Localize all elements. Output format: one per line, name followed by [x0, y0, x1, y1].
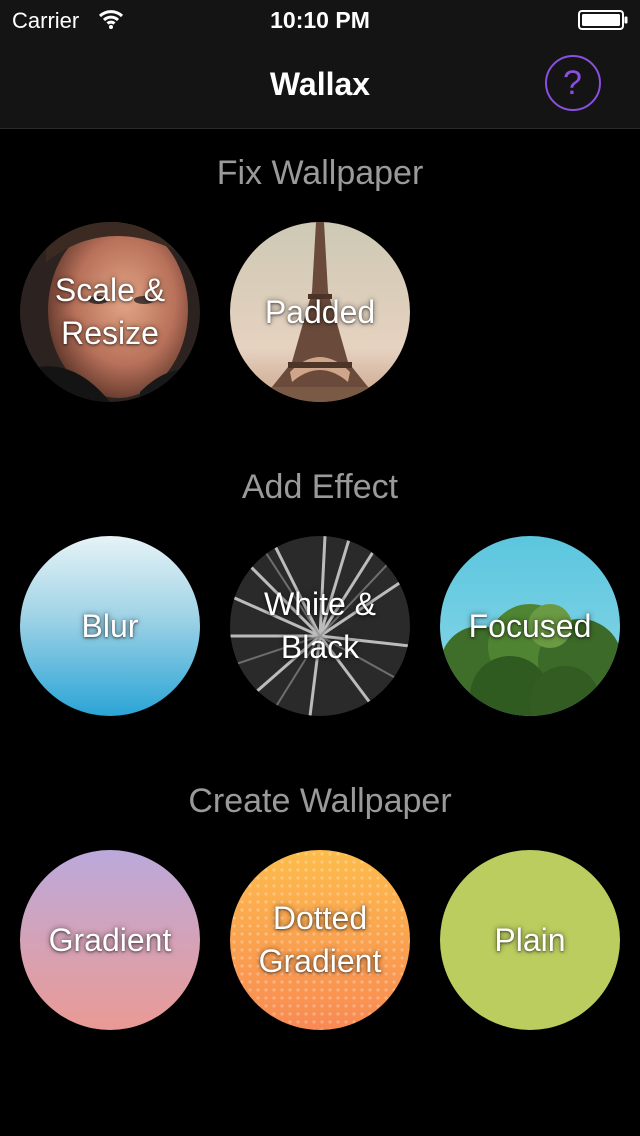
white-black-label: White & Black [263, 586, 377, 665]
section-title-create-wallpaper: Create Wallpaper [188, 782, 452, 820]
gradient-label: Gradient [48, 921, 172, 958]
scale-resize-label: Scale & Resize [54, 272, 166, 351]
blur-button[interactable]: Blur [20, 536, 200, 716]
battery-icon [578, 9, 630, 31]
question-mark-icon: ? [563, 64, 582, 102]
focused-button[interactable]: Focused [440, 536, 620, 716]
section-title-fix-wallpaper: Fix Wallpaper [216, 154, 424, 192]
status-time: 10:10 PM [270, 7, 370, 33]
gradient-button[interactable]: Gradient [20, 850, 200, 1030]
padded-label: Padded [264, 293, 376, 330]
padded-button[interactable]: Padded [230, 222, 410, 402]
dotted-gradient-button[interactable]: Dotted Gradient [230, 850, 410, 1030]
plain-button[interactable]: Plain [440, 850, 620, 1030]
plain-label: Plain [494, 921, 566, 958]
section-title-add-effect: Add Effect [241, 468, 399, 506]
scale-resize-button[interactable]: Scale & Resize [20, 222, 200, 402]
navigation-bar: Wallax ? [0, 40, 640, 129]
focused-label: Focused [468, 607, 592, 644]
app-title: Wallax [269, 66, 371, 102]
dotted-gradient-label: Dotted Gradient [258, 900, 382, 979]
status-bar: Carrier 10:10 PM [0, 0, 640, 40]
blur-label: Blur [81, 607, 139, 644]
svg-text:?: ? [563, 64, 582, 102]
white-black-button[interactable]: White & Black [230, 536, 410, 716]
help-button[interactable]: ? [545, 55, 601, 111]
